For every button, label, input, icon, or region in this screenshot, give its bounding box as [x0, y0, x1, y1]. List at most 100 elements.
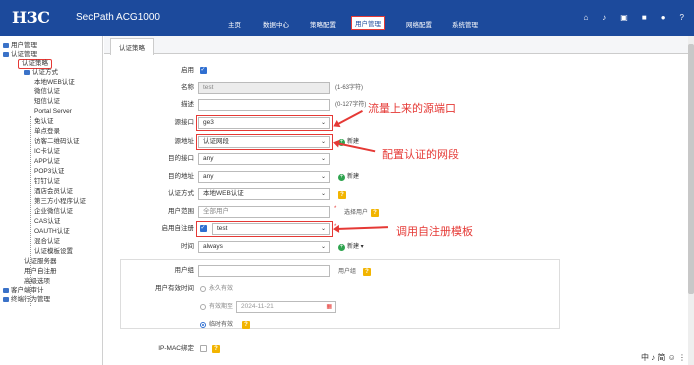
radio-until[interactable] — [200, 304, 206, 310]
sidebar-item-cas[interactable]: CAS认证 — [34, 218, 60, 226]
enable-checkbox[interactable] — [200, 66, 207, 74]
sidebar-item-terminal-behavior[interactable]: 终端行为管理 — [3, 296, 50, 304]
date-input[interactable]: 2024-11-21 ▦ — [236, 301, 336, 313]
folder-icon — [3, 296, 9, 302]
folder-icon — [3, 51, 9, 57]
dest-address-select[interactable]: any ⌄ — [198, 171, 330, 183]
row-validity: 用户有效时间 — [155, 285, 194, 292]
description-input[interactable] — [198, 99, 330, 111]
tab-auth-policy[interactable]: 认证策略 — [110, 38, 154, 55]
row-description: 描述 — [181, 101, 194, 108]
sidebar-item-oauth[interactable]: OAUTH认证 — [34, 228, 70, 236]
sidebar-item-client-audit[interactable]: 客户端审计 — [3, 287, 44, 295]
name-hint: (1-63字符) — [335, 85, 364, 91]
radio-temp[interactable] — [200, 322, 206, 328]
row-auth-method: 认证方式 — [168, 190, 194, 197]
dest-interface-select[interactable]: any ⌄ — [198, 153, 330, 165]
main-content: 认证策略 启用 名称 test (1-63字符) 描述 (0-127字符) 源接… — [104, 36, 694, 365]
annotation-auth-subnet: 配置认证的网段 — [382, 149, 459, 161]
sidebar-item-dingtalk[interactable]: 钉钉认证 — [34, 178, 60, 186]
sidebar-item-sms[interactable]: 短信认证 — [34, 98, 60, 106]
plus-icon: + — [338, 244, 345, 251]
sidebar-item-auth-method[interactable]: 认证方式 — [24, 69, 58, 77]
new-time-button[interactable]: + 新建 ▾ — [338, 240, 364, 254]
scrollbar-thumb[interactable] — [688, 44, 694, 294]
auth-method-select[interactable]: 本地WEB认证 ⌄ — [198, 188, 330, 200]
tab-bar: 认证策略 — [104, 36, 688, 55]
row-source-interface: 源接口 — [174, 119, 195, 126]
sidebar-item-app[interactable]: APP认证 — [34, 158, 60, 166]
annotation-self-register-template: 调用自注册模板 — [396, 226, 473, 238]
sidebar-item-mixed[interactable]: 混合认证 — [34, 238, 60, 246]
help-icon[interactable]: ? — [680, 13, 684, 22]
sidebar-item-local-web[interactable]: 本地WEB认证 — [34, 79, 75, 87]
product-name: SecPath ACG1000 — [76, 12, 160, 23]
sidebar-item-auth-server[interactable]: 认证服务器 — [24, 258, 57, 266]
row-source-address: 源地址 — [174, 138, 195, 145]
info-icon[interactable]: ? — [338, 191, 346, 199]
chevron-down-icon: ⌄ — [320, 191, 326, 197]
info-icon[interactable]: ? — [212, 345, 220, 353]
sidebar-item-advanced[interactable]: 高级选项 — [24, 278, 50, 286]
sidebar-item-pop3[interactable]: POP3认证 — [34, 168, 64, 176]
user-group-input[interactable] — [198, 265, 330, 277]
row-self-register: 启用自注册 — [161, 225, 195, 232]
sidebar-item-self-register[interactable]: 用户自注册 — [24, 268, 57, 276]
bell-icon[interactable]: ♪ — [602, 13, 606, 22]
ime-toolbar[interactable]: 中 ♪ 简 ☺ ⋮ — [640, 352, 686, 363]
sidebar-item-auth-policy[interactable]: 认证策略 — [18, 59, 52, 69]
row-user-scope: 用户范围 — [168, 208, 194, 215]
new-dest-address-button[interactable]: + 新建 — [338, 170, 359, 184]
chevron-down-icon: ⌄ — [320, 156, 326, 162]
row-dest-interface: 目的接口 — [168, 155, 194, 162]
lock-icon[interactable]: ■ — [642, 13, 647, 22]
nav-system-management[interactable]: 系统管理 — [452, 19, 478, 29]
sidebar-item-mini-program[interactable]: 第三方小程序认证 — [34, 198, 86, 206]
brand-logo: H3C — [12, 8, 50, 27]
nav-network-config[interactable]: 网络配置 — [406, 19, 432, 29]
annotation-arrow — [335, 110, 363, 126]
user-icon[interactable]: ● — [661, 13, 666, 22]
radio-forever[interactable] — [200, 286, 206, 292]
row-user-group: 用户组 — [174, 267, 195, 274]
name-input[interactable]: test — [198, 82, 330, 94]
sidebar-item-template-settings[interactable]: 认证模板设置 — [34, 248, 73, 256]
radio-forever-label: 永久有效 — [209, 286, 234, 292]
nav-policy-config[interactable]: 策略配置 — [310, 19, 336, 29]
info-icon[interactable]: ? — [242, 321, 250, 329]
sidebar-item-ic-card[interactable]: IC卡认证 — [34, 148, 60, 156]
sidebar-item-auth-management[interactable]: 认证管理 — [3, 51, 37, 59]
vertical-scrollbar[interactable] — [688, 36, 694, 365]
sidebar: 用户管理 认证管理 认证策略 认证方式 本地WEB认证 微信认证 短信认证 Po… — [0, 36, 103, 365]
chevron-down-icon: ⌄ — [320, 174, 326, 180]
user-scope-input[interactable]: 全部用户 — [198, 206, 330, 218]
nav-user-management[interactable]: 用户管理 — [351, 16, 385, 30]
sidebar-item-no-auth[interactable]: 免认证 — [34, 118, 54, 126]
time-select[interactable]: always ⌄ — [198, 241, 330, 253]
select-user-link[interactable]: 选择用户 — [344, 206, 368, 220]
radio-until-label: 有效期至 — [209, 304, 234, 310]
nav-home[interactable]: 主页 — [228, 19, 241, 29]
nav-data-center[interactable]: 数据中心 — [263, 19, 289, 29]
info-icon[interactable]: ? — [363, 268, 371, 276]
save-icon[interactable]: ▣ — [620, 13, 628, 22]
sidebar-item-user-management[interactable]: 用户管理 — [3, 42, 37, 50]
chevron-down-icon: ⌄ — [320, 244, 326, 250]
sidebar-item-hotel[interactable]: 酒店会员认证 — [34, 188, 73, 196]
folder-icon — [3, 287, 9, 293]
sidebar-item-visitor-qr[interactable]: 访客二维码认证 — [34, 138, 80, 146]
sidebar-item-portal-server[interactable]: Portal Server — [34, 108, 72, 116]
row-dest-address: 目的地址 — [168, 173, 194, 180]
sidebar-item-wechat[interactable]: 微信认证 — [34, 88, 60, 96]
highlight-source-address — [196, 134, 333, 150]
sidebar-item-wecom[interactable]: 企业微信认证 — [34, 208, 73, 216]
home-icon[interactable]: ⌂ — [583, 13, 588, 22]
calendar-icon: ▦ — [326, 304, 332, 310]
sidebar-item-sso[interactable]: 单点登录 — [34, 128, 60, 136]
info-icon[interactable]: ? — [371, 209, 379, 217]
ip-mac-checkbox[interactable] — [200, 345, 207, 352]
row-time: 时间 — [181, 243, 194, 250]
radio-temp-label: 临时有效 — [209, 322, 234, 328]
top-icons: ⌂ ♪ ▣ ■ ● ? — [583, 13, 684, 22]
user-group-link[interactable]: 用户组 — [338, 265, 356, 279]
